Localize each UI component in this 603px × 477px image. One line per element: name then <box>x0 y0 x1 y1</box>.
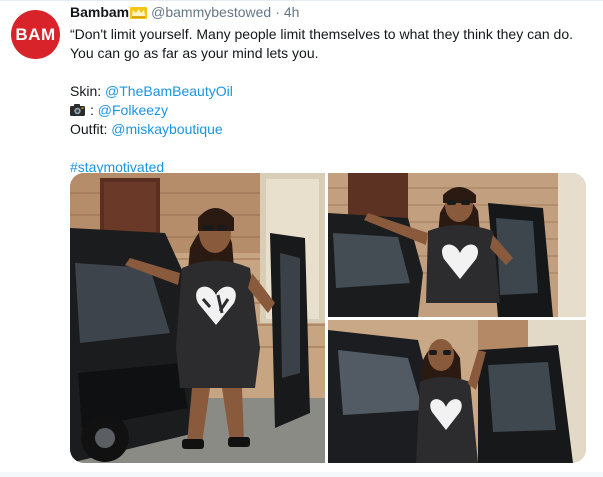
tweet-header: Bambam @bammybestowed · 4h <box>70 4 299 20</box>
mention-link-photo[interactable]: @Folkeezy <box>98 102 168 118</box>
tweet-quote-line-1: “Don't limit yourself. Many people limit… <box>70 26 574 42</box>
tweet-quote-line-2: You can go as far as your mind lets you. <box>70 45 319 61</box>
credit-photo-label: : <box>90 102 98 118</box>
camera-icon <box>70 102 85 116</box>
photo-top-right[interactable] <box>328 173 586 317</box>
credit-photo: : @Folkeezy <box>70 101 595 120</box>
tweet-text: “Don't limit yourself. Many people limit… <box>70 25 595 177</box>
divider <box>0 0 603 1</box>
media-grid <box>70 173 586 463</box>
credit-skin: Skin: @TheBamBeautyOil <box>70 82 595 101</box>
divider <box>0 472 603 477</box>
avatar[interactable]: BAM <box>11 10 60 59</box>
mention-link-outfit[interactable]: @miskayboutique <box>111 121 223 137</box>
crown-icon <box>130 6 148 19</box>
display-name[interactable]: Bambam <box>70 4 129 20</box>
woman-by-car-door-top <box>328 173 586 317</box>
woman-by-black-car-full <box>70 173 325 463</box>
credit-outfit-label: Outfit: <box>70 121 112 137</box>
user-handle[interactable]: @bammybestowed <box>151 4 271 20</box>
avatar-logo-text: BAM <box>15 24 56 44</box>
credit-skin-label: Skin: <box>70 83 106 99</box>
separator-dot: · <box>275 4 280 20</box>
woman-by-car-side-bottom <box>328 320 586 463</box>
credit-outfit: Outfit: @miskayboutique <box>70 120 595 139</box>
photo-bottom-right[interactable] <box>328 320 586 463</box>
tweet-timestamp[interactable]: 4h <box>284 4 300 20</box>
photo-left[interactable] <box>70 173 325 463</box>
mention-link-skin[interactable]: @TheBamBeautyOil <box>105 83 233 99</box>
